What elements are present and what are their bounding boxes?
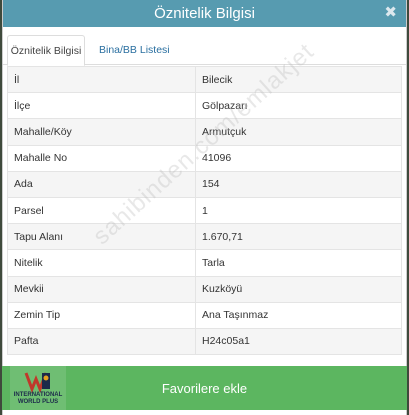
attribute-table: İl Bilecik İlçe Gölpazarı Mahalle/Köy Armutçu… <box>7 65 402 356</box>
logo-line-1: INTERNATIONAL <box>13 392 63 398</box>
table-row: Parsel 1 <box>7 196 402 225</box>
table-row: İl Bilecik <box>7 65 402 94</box>
table-row: Nitelik Tarla <box>7 249 402 277</box>
row-value: Bilecik <box>195 65 402 94</box>
iwp-logo-icon <box>24 372 50 393</box>
dialog-title: Öznitelik Bilgisi <box>154 5 255 22</box>
row-value: Gölpazarı <box>195 92 402 120</box>
row-value: H24c05a1 <box>195 327 402 356</box>
row-key: Zemin Tip <box>7 301 196 329</box>
row-key: Nitelik <box>7 249 196 277</box>
attribute-table-container: İl Bilecik İlçe Gölpazarı Mahalle/Köy Armutçu… <box>7 65 402 356</box>
row-key: Parsel <box>7 196 196 225</box>
table-row: Ada 154 <box>7 170 402 198</box>
row-key: İl <box>7 65 196 94</box>
row-key: Pafta <box>7 327 196 356</box>
row-value: Kuzköyü <box>195 275 402 303</box>
row-key: Ada <box>7 170 196 198</box>
tab-bar: Öznitelik Bilgisi Bina/BB Listesi <box>3 27 406 66</box>
tab-building-list[interactable]: Bina/BB Listesi <box>93 35 176 65</box>
row-key: Mevkii <box>7 275 196 303</box>
attribute-dialog: Öznitelik Bilgisi ✖ Öznitelik Bilgisi Bi… <box>2 0 407 415</box>
close-icon[interactable]: ✖ <box>384 3 397 21</box>
row-value: Armutçuk <box>195 118 402 146</box>
table-row: Mevkii Kuzköyü <box>7 275 402 303</box>
row-key: Mahalle No <box>7 144 196 172</box>
table-row: Zemin Tip Ana Taşınmaz <box>7 301 402 329</box>
tab-attribute-info[interactable]: Öznitelik Bilgisi <box>7 35 85 66</box>
row-value: 1 <box>195 196 402 225</box>
table-row: Pafta H24c05a1 <box>7 327 402 356</box>
row-value: Ana Taşınmaz <box>195 301 402 329</box>
row-value: Tarla <box>195 249 402 277</box>
table-row: Mahalle/Köy Armutçuk <box>7 118 402 146</box>
row-value: 1.670,71 <box>195 223 402 251</box>
row-value: 154 <box>195 170 402 198</box>
row-key: İlçe <box>7 92 196 120</box>
table-row: İlçe Gölpazarı <box>7 92 402 120</box>
table-row: Tapu Alanı 1.670,71 <box>7 223 402 251</box>
row-key: Mahalle/Köy <box>7 118 196 146</box>
logo-line-2: WORLD PLUS <box>17 399 59 405</box>
row-value: 41096 <box>195 144 402 172</box>
company-logo: INTERNATIONAL WORLD PLUS <box>10 366 66 410</box>
dialog-header: Öznitelik Bilgisi ✖ <box>3 0 406 27</box>
table-row: Mahalle No 41096 <box>7 144 402 172</box>
row-key: Tapu Alanı <box>7 223 196 251</box>
